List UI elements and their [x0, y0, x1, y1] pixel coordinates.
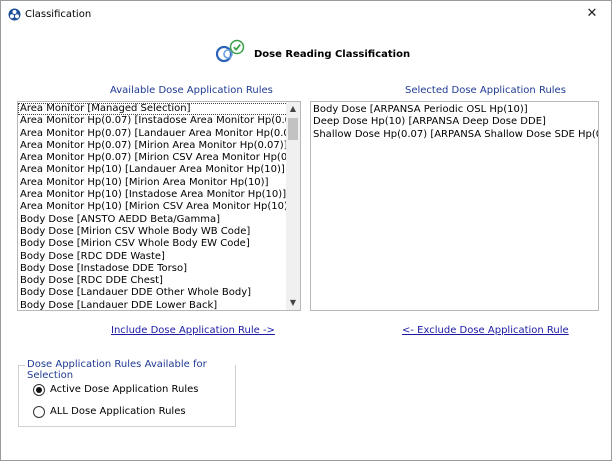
selected-rules-label: Selected Dose Application Rules — [405, 85, 566, 96]
list-item[interactable]: Deep Dose Hp(10) [ARPANSA Deep Dose DDE] — [311, 116, 598, 128]
selected-rules-items: Body Dose [ARPANSA Periodic OSL Hp(10)] D… — [311, 102, 598, 141]
classification-window: Classification ✕ Dose Reading Classifica… — [0, 0, 612, 461]
dialog-body: Dose Reading Classification Available Do… — [2, 29, 610, 459]
scroll-down-icon[interactable]: ▼ — [286, 296, 300, 310]
list-item[interactable]: Area Monitor Hp(10) [Landauer Area Monit… — [18, 164, 300, 176]
list-item[interactable]: Body Dose [Mirion CSV Whole Body EW Code… — [18, 238, 300, 250]
radio-label: Active Dose Application Rules — [50, 384, 199, 395]
list-item[interactable]: Body Dose [Instadose DDE Torso] — [18, 263, 300, 275]
list-item[interactable]: Body Dose [RDC DDE Chest] — [18, 275, 300, 287]
group-legend: Dose Application Rules Available for Sel… — [25, 359, 235, 381]
available-list-scrollbar[interactable]: ▲ ▼ — [286, 102, 300, 310]
close-button[interactable]: ✕ — [579, 4, 605, 24]
close-icon: ✕ — [586, 6, 598, 21]
exclude-rule-link[interactable]: <- Exclude Dose Application Rule — [402, 325, 569, 336]
list-item[interactable]: Body Dose [Landauer DDE Other Whole Body… — [18, 287, 300, 299]
list-item[interactable]: Shallow Dose Hp(0.07) [ARPANSA Shallow D… — [311, 129, 598, 141]
window-title: Classification — [25, 9, 92, 20]
title-bar: Classification ✕ — [1, 1, 611, 29]
selected-rules-list[interactable]: Body Dose [ARPANSA Periodic OSL Hp(10)] D… — [310, 101, 599, 311]
include-rule-link[interactable]: Include Dose Application Rule -> — [111, 325, 275, 336]
available-rules-label: Available Dose Application Rules — [110, 85, 273, 96]
classification-check-icon — [215, 39, 245, 63]
list-item[interactable]: Area Monitor Hp(10) [Mirion CSV Area Mon… — [18, 201, 300, 213]
scroll-up-icon[interactable]: ▲ — [286, 102, 300, 116]
list-item[interactable]: Body Dose [Landauer DDE Lower Back] — [18, 300, 300, 310]
list-item[interactable]: Area Monitor Hp(0.07) [Landauer Area Mon… — [18, 128, 300, 140]
list-item[interactable]: Body Dose [RDC DDE Waste] — [18, 251, 300, 263]
list-item[interactable]: Area Monitor Hp(0.07) [Mirion CSV Area M… — [18, 152, 300, 164]
list-item[interactable]: Body Dose [Mirion CSV Whole Body WB Code… — [18, 226, 300, 238]
list-item[interactable]: Body Dose [ARPANSA Periodic OSL Hp(10)] — [311, 104, 598, 116]
radio-label: ALL Dose Application Rules — [50, 406, 186, 417]
list-item[interactable]: Area Monitor Hp(0.07) [Mirion Area Monit… — [18, 140, 300, 152]
page-title: Dose Reading Classification — [254, 49, 411, 60]
available-rules-list[interactable]: Area Monitor [Managed Selection] Area Mon… — [17, 101, 301, 311]
radio-button[interactable] — [33, 384, 45, 396]
list-item[interactable]: Area Monitor [Managed Selection] — [18, 103, 300, 116]
available-rules-items: Area Monitor [Managed Selection] Area Mon… — [18, 102, 300, 310]
list-item[interactable]: Area Monitor Hp(0.07) [Instadose Area Mo… — [18, 115, 300, 127]
list-item[interactable]: Area Monitor Hp(10) [Instadose Area Moni… — [18, 189, 300, 201]
scroll-thumb[interactable] — [288, 118, 298, 140]
rules-availability-group: Dose Application Rules Available for Sel… — [18, 359, 236, 427]
list-item[interactable]: Body Dose [ANSTO AEDD Beta/Gamma] — [18, 214, 300, 226]
app-icon — [8, 8, 21, 21]
list-item[interactable]: Area Monitor Hp(10) [Mirion Area Monitor… — [18, 177, 300, 189]
radio-button[interactable] — [33, 406, 45, 418]
